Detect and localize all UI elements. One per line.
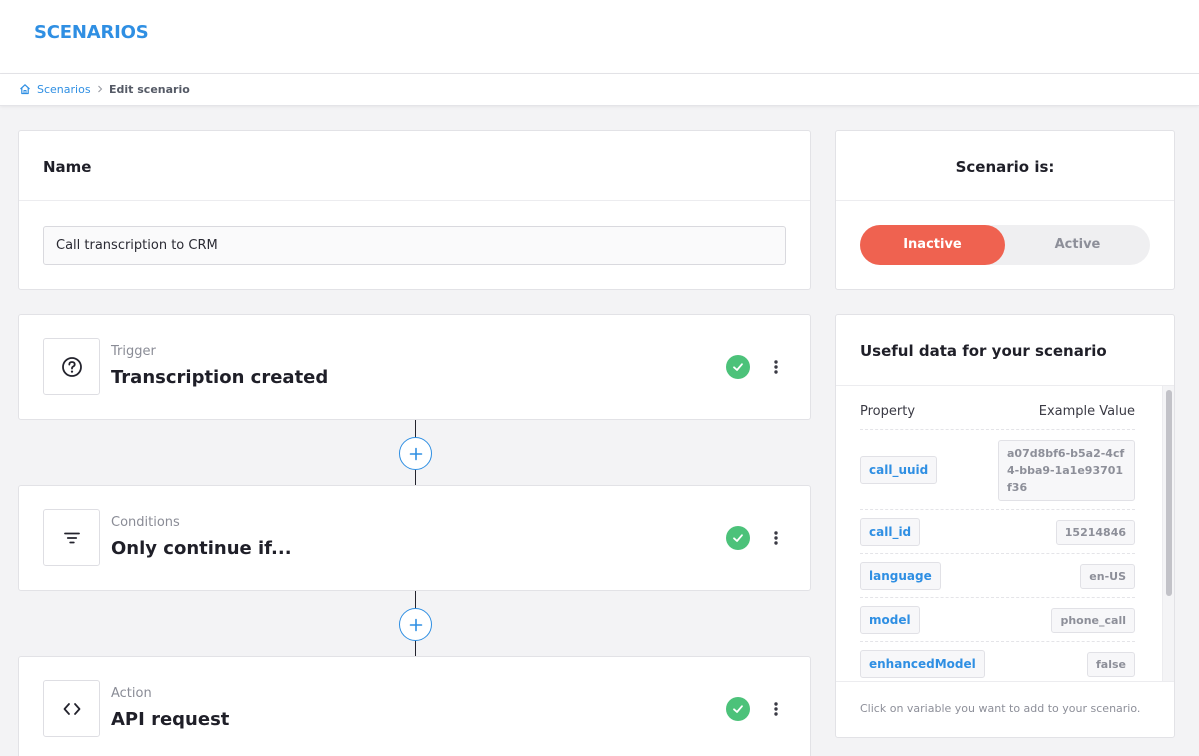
useful-data-title: Useful data for your scenario bbox=[860, 342, 1107, 360]
status-card-header: Scenario is: bbox=[836, 131, 1174, 201]
step-title: Transcription created bbox=[111, 367, 329, 388]
step-icon-box bbox=[43, 338, 100, 395]
chevron-right-icon bbox=[98, 85, 103, 93]
trigger-step-card[interactable]: Trigger Transcription created bbox=[18, 314, 811, 420]
variable-chip[interactable]: enhancedModel bbox=[860, 650, 985, 678]
scenario-status-card: Scenario is: Inactive Active bbox=[835, 130, 1175, 290]
useful-data-hint: Click on variable you want to add to you… bbox=[860, 702, 1141, 715]
variable-chip[interactable]: language bbox=[860, 562, 941, 590]
useful-data-card: Useful data for your scenario Property E… bbox=[835, 314, 1175, 738]
step-icon-box bbox=[43, 509, 100, 566]
active-toggle-button[interactable]: Active bbox=[1005, 225, 1150, 265]
data-row: call_uuid a07d8bf6-b5a2-4cf4-bba9-1a1e93… bbox=[860, 430, 1135, 510]
step-title: Only continue if... bbox=[111, 538, 292, 559]
plus-icon bbox=[409, 447, 423, 461]
status-toggle: Inactive Active bbox=[860, 225, 1150, 265]
data-row: model phone_call bbox=[860, 598, 1135, 642]
step-title: API request bbox=[111, 709, 230, 730]
step-icon-box bbox=[43, 680, 100, 737]
name-card-header: Name bbox=[19, 131, 810, 201]
more-vertical-icon[interactable] bbox=[769, 526, 783, 550]
scenario-name-input[interactable] bbox=[43, 226, 786, 265]
example-value: en-US bbox=[1080, 564, 1135, 589]
check-circle-icon bbox=[726, 355, 750, 379]
step-label: Conditions bbox=[111, 515, 180, 530]
add-step-button[interactable] bbox=[399, 437, 432, 470]
data-row: language en-US bbox=[860, 554, 1135, 598]
variable-chip[interactable]: model bbox=[860, 606, 920, 634]
example-value-column-header: Example Value bbox=[1038, 404, 1135, 419]
scrollbar-thumb[interactable] bbox=[1166, 390, 1172, 596]
scrollbar[interactable] bbox=[1162, 386, 1174, 681]
add-step-button[interactable] bbox=[399, 608, 432, 641]
useful-data-header: Property Example Value bbox=[860, 404, 1135, 430]
breadcrumb-scenarios-link[interactable]: Scenarios bbox=[37, 83, 91, 96]
home-icon[interactable] bbox=[19, 83, 31, 95]
check-circle-icon bbox=[726, 526, 750, 550]
example-value: phone_call bbox=[1051, 608, 1135, 633]
breadcrumb-current: Edit scenario bbox=[109, 83, 190, 96]
example-value: false bbox=[1087, 652, 1135, 677]
code-icon bbox=[63, 703, 81, 715]
useful-data-list[interactable]: Property Example Value call_uuid a07d8bf… bbox=[836, 385, 1174, 682]
status-card-title: Scenario is: bbox=[955, 158, 1055, 176]
top-bar: SCENARIOS bbox=[0, 0, 1199, 74]
step-label: Action bbox=[111, 686, 152, 701]
variable-chip[interactable]: call_uuid bbox=[860, 456, 938, 484]
step-label: Trigger bbox=[111, 344, 156, 359]
inactive-toggle-button[interactable]: Inactive bbox=[860, 225, 1005, 265]
name-card-title: Name bbox=[43, 158, 92, 176]
check-circle-icon bbox=[726, 697, 750, 721]
example-value: 15214846 bbox=[1055, 520, 1135, 545]
more-vertical-icon[interactable] bbox=[769, 355, 783, 379]
app-logo[interactable]: SCENARIOS bbox=[34, 22, 149, 43]
conditions-step-card[interactable]: Conditions Only continue if... bbox=[18, 485, 811, 591]
data-row: enhancedModel false bbox=[860, 642, 1135, 681]
name-card: Name bbox=[18, 130, 811, 290]
plus-icon bbox=[409, 618, 423, 632]
example-value: a07d8bf6-b5a2-4cf4-bba9-1a1e93701f36 bbox=[998, 440, 1135, 501]
variable-chip[interactable]: call_id bbox=[860, 518, 921, 546]
more-vertical-icon[interactable] bbox=[769, 697, 783, 721]
data-row: call_id 15214846 bbox=[860, 510, 1135, 554]
filter-icon bbox=[64, 532, 80, 544]
property-column-header: Property bbox=[860, 404, 916, 419]
question-circle-icon bbox=[62, 357, 82, 377]
action-step-card[interactable]: Action API request bbox=[18, 656, 811, 756]
breadcrumb: Scenarios Edit scenario bbox=[0, 74, 1199, 106]
